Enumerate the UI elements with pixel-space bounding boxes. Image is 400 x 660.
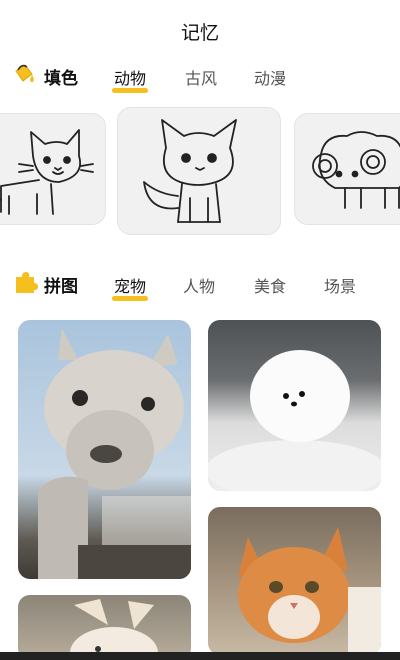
tab-label: 场景 bbox=[324, 277, 357, 296]
coloring-title: 填色 bbox=[44, 69, 78, 89]
tab-puzzle-scenes[interactable]: 场景 bbox=[324, 273, 356, 297]
puzzle-photo-white-puppy[interactable] bbox=[208, 320, 381, 491]
tab-coloring-animals[interactable]: 动物 bbox=[112, 65, 149, 93]
puzzle-photo-alpaca[interactable] bbox=[18, 320, 191, 579]
tab-coloring-ancient-style[interactable]: 古风 bbox=[185, 65, 217, 89]
coloring-card-cat[interactable] bbox=[0, 113, 106, 225]
tab-label: 人物 bbox=[183, 277, 216, 296]
active-tab-indicator bbox=[112, 88, 149, 93]
coloring-section-header: 填色 动物 古风 动漫 bbox=[0, 60, 400, 93]
paint-bucket-icon bbox=[15, 64, 34, 83]
puzzle-photo-rabbit[interactable] bbox=[18, 595, 191, 660]
coloring-card-sheep[interactable] bbox=[294, 113, 400, 225]
tab-puzzle-pets[interactable]: 宠物 bbox=[112, 273, 149, 301]
puzzle-section-header: 拼图 宠物 人物 美食 场景 bbox=[0, 268, 400, 301]
tab-label: 美食 bbox=[254, 277, 287, 296]
tab-label: 动漫 bbox=[254, 69, 287, 88]
tab-coloring-anime[interactable]: 动漫 bbox=[254, 65, 286, 89]
coloring-card-fox[interactable] bbox=[117, 107, 281, 235]
page-title: 记忆 bbox=[180, 22, 219, 44]
rabbit-photo bbox=[70, 599, 158, 660]
tab-puzzle-food[interactable]: 美食 bbox=[254, 273, 286, 297]
puzzle-title: 拼图 bbox=[44, 277, 78, 297]
title-bar: 记忆 bbox=[0, 0, 400, 58]
active-tab-indicator bbox=[112, 296, 149, 301]
tab-label: 古风 bbox=[185, 69, 218, 88]
tab-puzzle-people[interactable]: 人物 bbox=[183, 273, 215, 297]
puzzle-photo-orange-cat[interactable] bbox=[208, 507, 381, 655]
fox-outline-icon bbox=[143, 119, 237, 223]
bottom-bar bbox=[0, 652, 400, 660]
puzzle-piece-icon bbox=[16, 272, 38, 293]
tab-label: 动物 bbox=[114, 69, 147, 88]
coloring-card-strip[interactable] bbox=[0, 107, 400, 239]
cat-outline-icon bbox=[0, 129, 94, 215]
white-puppy-photo bbox=[208, 350, 381, 491]
orange-cat-photo bbox=[238, 527, 381, 655]
alpaca-photo bbox=[38, 328, 191, 579]
sheep-outline-icon bbox=[312, 131, 400, 209]
tab-label: 宠物 bbox=[114, 277, 147, 296]
